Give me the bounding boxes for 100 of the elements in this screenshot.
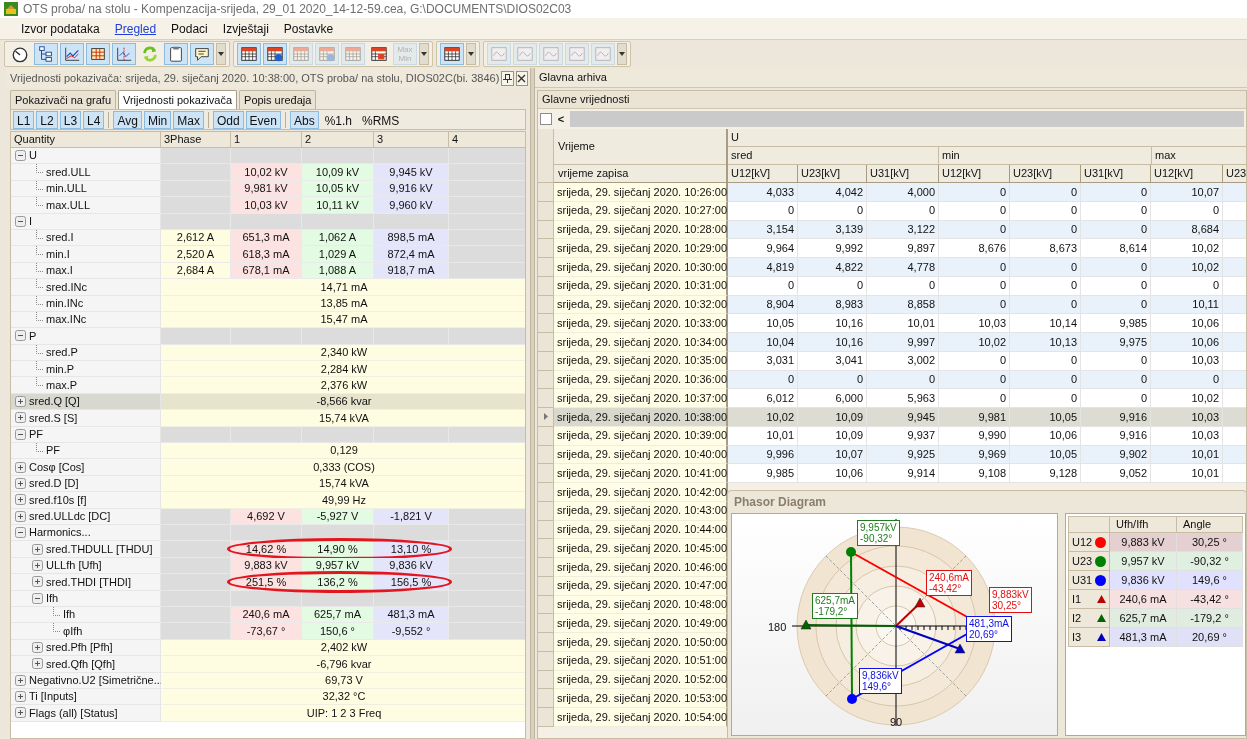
column-header[interactable]: U xyxy=(728,129,1246,147)
toolbar-button[interactable] xyxy=(263,43,287,65)
row-header[interactable] xyxy=(538,239,554,258)
tree-node[interactable]: min.P xyxy=(11,361,161,378)
tree-node[interactable]: sred.ULL xyxy=(11,164,161,181)
row-header[interactable] xyxy=(538,614,554,633)
tree-node[interactable]: sred.THDI [THDI] xyxy=(11,574,161,591)
table-cell: 0 xyxy=(939,389,1010,408)
row-header[interactable] xyxy=(538,408,554,427)
close-button[interactable] xyxy=(515,70,528,86)
toolbar-button[interactable] xyxy=(190,43,214,65)
table-cell: srijeda, 29. siječanj 2020. 10:45:00 xyxy=(554,539,728,558)
menu-item[interactable]: Podaci xyxy=(164,18,215,39)
dropdown-button[interactable] xyxy=(466,43,476,65)
tree-node[interactable]: sred.S [S] xyxy=(11,410,161,427)
table-cell: 10,07 xyxy=(1151,183,1223,202)
panel-title: Vrijednosti pokazivača: srijeda, 29. siječanj 2020. 10:38:00, OTS proba/ na stolu, DIOS02C(bi. 3846) xyxy=(10,70,500,86)
row-header[interactable] xyxy=(538,539,554,558)
toolbar-button[interactable] xyxy=(237,43,261,65)
dropdown-button[interactable] xyxy=(216,43,226,65)
table-cell: 9,128 xyxy=(1010,464,1081,483)
tree-node[interactable]: PF xyxy=(11,443,161,460)
calendar-icon xyxy=(344,45,362,63)
table-cell: -9,552 ° xyxy=(374,623,449,640)
table-cell: 481,3 mA xyxy=(1110,628,1177,647)
tree-node[interactable]: min.I xyxy=(11,246,161,263)
menu-item[interactable]: Postavke xyxy=(276,18,341,39)
row-header[interactable] xyxy=(538,258,554,277)
row-header[interactable] xyxy=(538,389,554,408)
scroll-left-button[interactable]: < xyxy=(556,110,566,128)
tree-node[interactable]: Flags (all) [Status] xyxy=(11,705,161,722)
column-header[interactable]: max xyxy=(1152,147,1246,165)
tab[interactable]: Popis uređaja xyxy=(239,90,317,109)
filter-toggle[interactable]: Abs xyxy=(289,110,319,129)
filter-toggle[interactable]: Max xyxy=(173,110,204,129)
tab[interactable]: Vrijednosti pokazivača xyxy=(118,90,238,109)
row-header[interactable] xyxy=(538,689,554,708)
row-header[interactable] xyxy=(538,708,554,727)
toolbar-button[interactable] xyxy=(34,43,58,65)
tree-node[interactable]: P xyxy=(11,328,161,345)
tree-node[interactable]: sred.Qfh [Qfh] xyxy=(11,656,161,673)
filter-toggle[interactable]: L1 xyxy=(13,110,35,129)
row-header[interactable] xyxy=(538,333,554,352)
column-header[interactable]: min xyxy=(939,147,1152,165)
filter-toggle[interactable]: Min xyxy=(143,110,172,129)
window-title: OTS proba/ na stolu - Kompenzacija-srijeda, 29_01 2020_14-12-59.cea, G:\DOCUMENTS\DIOS02C03 xyxy=(23,1,572,18)
toolbar-button[interactable] xyxy=(86,43,110,65)
row-header[interactable] xyxy=(538,183,554,202)
row-header[interactable] xyxy=(538,558,554,577)
row-header[interactable] xyxy=(538,483,554,502)
tree-node[interactable]: U xyxy=(11,148,161,165)
table-cell: 0 xyxy=(939,183,1010,202)
table-cell: 240,6 mA xyxy=(1110,590,1177,609)
pin-button[interactable] xyxy=(501,70,514,86)
line-chart-icon xyxy=(63,45,81,63)
filter-toggle[interactable]: %RMS xyxy=(358,110,404,129)
chart-icon xyxy=(115,45,133,63)
tree-node[interactable]: sred.THDULL [THDU] xyxy=(11,541,161,558)
dropdown-button[interactable] xyxy=(617,43,627,65)
tree-node[interactable]: Cosφ [Cos] xyxy=(11,459,161,476)
filter-toggle[interactable]: L4 xyxy=(83,110,105,129)
menu-item[interactable]: Pregled xyxy=(107,18,164,39)
row-header[interactable] xyxy=(538,314,554,333)
table-cell: 10,03 xyxy=(1151,408,1223,427)
table-cell: -73,67 ° xyxy=(231,623,302,640)
column-header[interactable]: Angle xyxy=(1177,516,1243,533)
row-header[interactable] xyxy=(538,464,554,483)
filter-toggle[interactable]: Avg xyxy=(113,110,142,129)
tree-node[interactable]: sred.INc xyxy=(11,279,161,296)
column-header[interactable]: sred xyxy=(728,147,939,165)
clipboard-icon xyxy=(167,45,185,63)
table-cell: 6,012 xyxy=(728,389,798,408)
dropdown-button[interactable] xyxy=(419,43,429,65)
panel-title: Phasor Diagram xyxy=(733,494,828,511)
tab[interactable]: Pokazivači na grafu xyxy=(10,90,116,109)
menu-item[interactable]: Izvještaji xyxy=(215,18,276,39)
voltage-phasor-dot xyxy=(847,694,857,704)
toolbar-button[interactable] xyxy=(440,43,464,65)
filter-toggle[interactable]: %1.h xyxy=(320,110,356,129)
tree-node[interactable]: max.P xyxy=(11,377,161,394)
table-cell: 2,284 kW xyxy=(161,361,525,378)
toolbar-button[interactable] xyxy=(164,43,188,65)
tree-node[interactable]: sred.f10s [f] xyxy=(11,492,161,509)
tree-node[interactable]: φIfh xyxy=(11,623,161,640)
row-header[interactable] xyxy=(538,633,554,652)
tree-node[interactable]: max.ULL xyxy=(11,197,161,214)
table-cell: srijeda, 29. siječanj 2020. 10:30:00 xyxy=(554,258,728,277)
table-cell: 2,376 kW xyxy=(161,377,525,394)
speech-bubble-icon xyxy=(193,45,211,63)
filter-toggle[interactable]: Odd xyxy=(212,110,244,129)
filter-toggle[interactable]: Even xyxy=(245,110,281,129)
filter-toggle[interactable]: L3 xyxy=(59,110,82,129)
column-header[interactable]: Ufh/Ifh xyxy=(1110,516,1177,533)
filter-toggle[interactable]: L2 xyxy=(36,110,58,129)
calendar-info-icon xyxy=(318,45,336,63)
table-cell: 10,09 xyxy=(798,408,867,427)
checkbox[interactable] xyxy=(540,113,552,125)
menu-item[interactable]: Izvor podataka xyxy=(14,18,107,39)
column-header[interactable]: Vrijeme xyxy=(554,129,726,165)
table-cell: 4,000 xyxy=(867,183,939,202)
